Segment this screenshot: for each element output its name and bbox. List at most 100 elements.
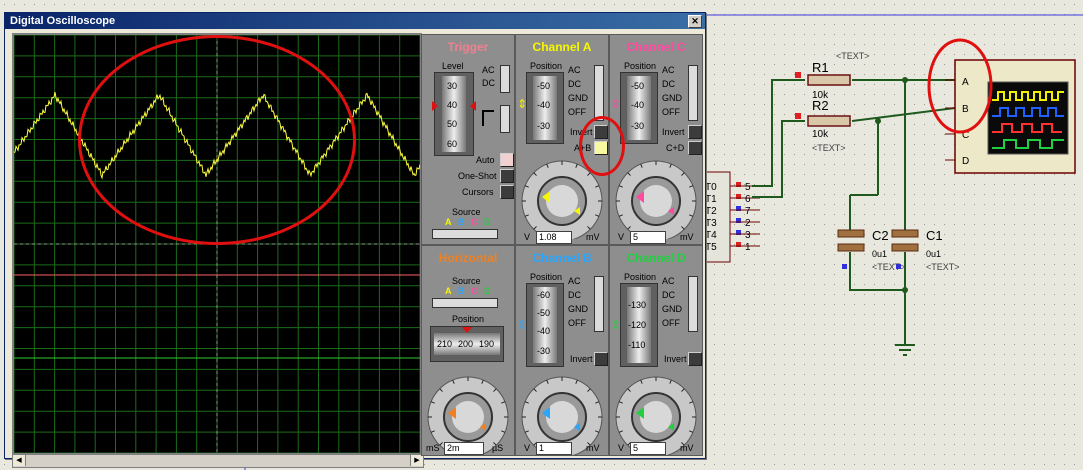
channel-d-ac: AC bbox=[662, 276, 675, 286]
channel-c-cplusd-button[interactable] bbox=[688, 141, 702, 155]
c1-label: C1 bbox=[926, 228, 943, 243]
scroll-right-icon[interactable]: ▶ bbox=[410, 455, 423, 466]
channel-d-panel: Channel D Position -130 -120 -110 ⇕ AC D… bbox=[609, 245, 703, 456]
trigger-coupling-switch[interactable] bbox=[500, 65, 510, 93]
trigger-oneshot-button[interactable] bbox=[500, 169, 514, 183]
close-button[interactable]: ✕ bbox=[688, 15, 702, 28]
terminal-pin-number: 5 bbox=[745, 182, 751, 193]
terminal-pin-number: 6 bbox=[745, 194, 751, 205]
c2-text-tag: <TEXT> bbox=[872, 262, 906, 272]
trigger-source-b[interactable]: B bbox=[458, 217, 465, 227]
channel-c-position-label: Position bbox=[624, 61, 657, 71]
channel-c-unit-v: V bbox=[618, 232, 625, 242]
horizontal-source-c[interactable]: C bbox=[471, 286, 478, 296]
channel-c-invert-button[interactable] bbox=[688, 125, 702, 139]
r2-value: 10k bbox=[812, 129, 829, 140]
channel-a-scale-2: -40 bbox=[537, 100, 551, 110]
channel-c-coupling-switch[interactable] bbox=[688, 65, 698, 121]
trigger-auto-label: Auto bbox=[476, 155, 495, 165]
channel-d-unit-mv: mV bbox=[680, 443, 694, 453]
title-bar[interactable]: Digital Oscilloscope ✕ bbox=[5, 13, 705, 29]
channel-c-gnd: GND bbox=[662, 93, 682, 103]
trigger-ac-label: AC bbox=[482, 65, 495, 75]
terminal-pin-number: 1 bbox=[745, 242, 751, 253]
horizontal-scale-200: 200 bbox=[458, 339, 474, 349]
channel-c-volts-dial[interactable] bbox=[612, 155, 700, 239]
channel-d-value-box[interactable]: 5 bbox=[630, 442, 666, 455]
channel-c-position-slider[interactable]: -50 -40 -30 bbox=[620, 72, 658, 144]
terminal-pin-number: 7 bbox=[745, 206, 751, 217]
channel-b-off: OFF bbox=[568, 318, 586, 328]
scroll-left-icon[interactable]: ◀ bbox=[13, 455, 26, 466]
horizontal-source-b[interactable]: B bbox=[458, 286, 465, 296]
channel-c-dc: DC bbox=[662, 79, 675, 89]
channel-d-position-arrow-icon: ⇕ bbox=[611, 318, 622, 332]
channel-a-value-box[interactable]: 1.08 bbox=[536, 231, 572, 244]
terminal-label: T2 bbox=[705, 206, 717, 217]
channel-c-scale-3: -30 bbox=[631, 121, 645, 131]
channel-a-position-label: Position bbox=[530, 61, 563, 71]
trigger-scale-50: 50 bbox=[447, 119, 458, 129]
scope-pin-a: A bbox=[962, 77, 969, 88]
channel-b-value-box[interactable]: 1 bbox=[536, 442, 572, 455]
horizontal-position-marker-icon bbox=[462, 327, 472, 333]
horizontal-source-a[interactable]: A bbox=[445, 286, 452, 296]
annotation-circle-waveform bbox=[78, 35, 356, 245]
channel-c-scale-2: -40 bbox=[631, 100, 645, 110]
r2-text-tag: <TEXT> bbox=[812, 143, 846, 153]
trigger-edge-switch[interactable] bbox=[500, 105, 510, 133]
channel-d-scale-2: -120 bbox=[628, 320, 647, 330]
channel-c-ac: AC bbox=[662, 65, 675, 75]
trigger-cursors-button[interactable] bbox=[500, 185, 514, 199]
horizontal-source-d[interactable]: D bbox=[484, 286, 491, 296]
trigger-level-slider[interactable]: 30 40 50 60 bbox=[432, 72, 476, 156]
channel-a-position-slider[interactable]: -50 -40 -30 bbox=[526, 72, 564, 144]
channel-c-unit-mv: mV bbox=[680, 232, 694, 242]
trigger-level-label: Level bbox=[442, 61, 464, 71]
channel-a-scale-3: -30 bbox=[537, 121, 551, 131]
horizontal-scale-210: 210 bbox=[437, 339, 453, 349]
channel-b-invert-button[interactable] bbox=[594, 352, 608, 366]
oscilloscope-symbol[interactable]: A B C D bbox=[945, 59, 1076, 174]
terminal-label: T0 bbox=[705, 182, 717, 193]
terminal-label: T5 bbox=[705, 242, 717, 253]
channel-a-coupling-switch[interactable] bbox=[594, 65, 604, 121]
horizontal-unit-ms: mS bbox=[426, 443, 440, 453]
trigger-source-a[interactable]: A bbox=[445, 217, 452, 227]
trigger-scale-30: 30 bbox=[447, 81, 458, 91]
terminal-pin-number: 3 bbox=[745, 230, 751, 241]
trigger-cursors-label: Cursors bbox=[462, 187, 494, 197]
trigger-source-slider[interactable] bbox=[432, 229, 498, 239]
horizontal-source-label: Source bbox=[452, 276, 481, 286]
scope-pin-b: B bbox=[962, 104, 969, 115]
trigger-source-c[interactable]: C bbox=[471, 217, 478, 227]
trigger-scale-60: 60 bbox=[447, 139, 458, 149]
channel-a-title: Channel A bbox=[532, 40, 592, 54]
horizontal-value-box[interactable]: 2m bbox=[444, 442, 484, 455]
channel-b-gnd: GND bbox=[568, 304, 588, 314]
c2-label: C2 bbox=[872, 228, 889, 243]
trigger-edge-icon bbox=[482, 110, 494, 126]
horizontal-scrollbar[interactable]: ◀ ▶ bbox=[12, 454, 424, 468]
channel-d-coupling-switch[interactable] bbox=[688, 276, 698, 332]
trigger-auto-button[interactable] bbox=[500, 153, 514, 167]
trigger-source-d[interactable]: D bbox=[484, 217, 491, 227]
channel-b-position-arrow-icon: ⇕ bbox=[517, 318, 528, 332]
channel-b-position-slider[interactable]: -60 -50 -40 -30 bbox=[526, 283, 564, 367]
channel-a-unit-v: V bbox=[524, 232, 531, 242]
channel-c-value-box[interactable]: 5 bbox=[630, 231, 666, 244]
horizontal-position-slider[interactable]: 210 200 190 bbox=[430, 326, 504, 362]
horizontal-source-slider[interactable] bbox=[432, 298, 498, 308]
channel-d-unit-v: V bbox=[618, 443, 625, 453]
channel-a-position-arrow-icon: ⇕ bbox=[517, 97, 528, 111]
channel-d-position-slider[interactable]: -130 -120 -110 bbox=[620, 283, 658, 367]
channel-c-title: Channel C bbox=[626, 40, 686, 54]
channel-d-scale-1: -130 bbox=[628, 300, 647, 310]
window-title: Digital Oscilloscope bbox=[10, 15, 116, 27]
channel-b-coupling-switch[interactable] bbox=[594, 276, 604, 332]
channel-c-cplusd-label: C+D bbox=[666, 143, 685, 153]
channel-d-invert-button[interactable] bbox=[688, 352, 702, 366]
oscilloscope-window[interactable]: Digital Oscilloscope ✕ ◀ ▶ Trigger Level… bbox=[4, 12, 706, 468]
annotation-circle-aplusb bbox=[579, 116, 625, 176]
r1-label: R1 bbox=[812, 60, 829, 75]
